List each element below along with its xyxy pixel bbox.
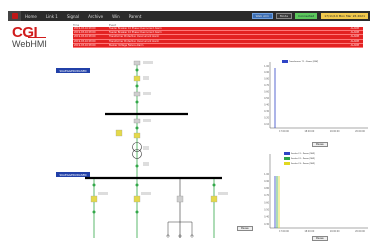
y-tick-label: 0.60 bbox=[264, 91, 269, 94]
feeder-bay-1[interactable] bbox=[90, 179, 108, 238]
x-tick-label: 20:00:00 bbox=[355, 130, 365, 133]
legend-swatch bbox=[284, 152, 290, 155]
center-pause-button[interactable]: Pause bbox=[237, 226, 253, 231]
y-tick-label: 0.70 bbox=[264, 84, 269, 87]
webhmi-screen: Home Link 1 Signal Archive Win Parent We… bbox=[0, 0, 378, 242]
y-tick-label: 0.40 bbox=[264, 103, 269, 106]
x-tick-label: 19:00:00 bbox=[330, 130, 340, 133]
bottom-chart: 1.00 0.90 0.80 0.70 0.60 0.50 0.40 0.30 17:00:00… bbox=[260, 150, 370, 234]
legend-entry-2: Feeder F2 - Power [MW] bbox=[284, 157, 315, 160]
y-tick-label: 1.00 bbox=[264, 65, 269, 68]
x-tick-label: 20:00:00 bbox=[355, 230, 365, 233]
incoming-line bbox=[133, 60, 153, 113]
y-tick-label: 0.50 bbox=[264, 97, 269, 100]
x-tick-label: 18:00:00 bbox=[304, 230, 314, 233]
y-tick-label: 0.30 bbox=[264, 110, 269, 113]
feeder-bay-2[interactable] bbox=[133, 179, 151, 238]
y-tick-label: 0.50 bbox=[264, 209, 269, 212]
x-tick-label: 17:00:00 bbox=[279, 230, 289, 233]
y-tick-label: 0.90 bbox=[264, 180, 269, 183]
y-tick-label: 0.20 bbox=[264, 116, 269, 119]
x-tick-label: 18:00:00 bbox=[304, 130, 314, 133]
y-tick-label: 0.80 bbox=[264, 187, 269, 190]
legend-entry-1: Feeder F1 - Power [MW] bbox=[284, 152, 315, 155]
top-chart-canvas: 1.00 0.90 0.80 0.70 0.60 0.50 0.40 0.30 0.20 0.10… bbox=[264, 62, 368, 133]
y-tick-label: 0.40 bbox=[264, 216, 269, 219]
y-tick-label: 0.90 bbox=[264, 71, 269, 74]
top-chart-legend: Transformer T1 - Power [MW] bbox=[282, 60, 318, 63]
top-chart-legend-text: Transformer T1 - Power [MW] bbox=[289, 60, 319, 63]
transformer-bay[interactable] bbox=[115, 115, 151, 177]
legend-text-1: Feeder F1 - Power [MW] bbox=[291, 152, 315, 155]
y-tick-label: 0.10 bbox=[264, 123, 269, 126]
x-tick-label: 19:00:00 bbox=[330, 230, 340, 233]
feeder-bay-3[interactable] bbox=[166, 179, 194, 238]
x-tick-label: 17:00:00 bbox=[279, 130, 289, 133]
top-chart-pause-button[interactable]: Pause bbox=[312, 142, 328, 147]
legend-entry-3: Feeder F3 - Power [MW] bbox=[284, 162, 315, 165]
y-tick-label: 0.60 bbox=[264, 201, 269, 204]
feeder-bay-4[interactable] bbox=[210, 179, 228, 238]
y-tick-label: 0.70 bbox=[264, 194, 269, 197]
y-tick-label: 1.00 bbox=[264, 173, 269, 176]
legend-text-3: Feeder F3 - Power [MW] bbox=[291, 162, 315, 165]
legend-swatch bbox=[284, 157, 290, 160]
legend-swatch bbox=[284, 162, 290, 165]
bottom-chart-pause-button[interactable]: Pause bbox=[312, 236, 328, 241]
legend-swatch bbox=[282, 60, 288, 63]
legend-text-2: Feeder F2 - Power [MW] bbox=[291, 157, 315, 160]
top-chart: 1.00 0.90 0.80 0.70 0.60 0.50 0.40 0.30 0.20 0.10… bbox=[260, 58, 370, 136]
y-tick-label: 0.30 bbox=[264, 223, 269, 226]
y-tick-label: 0.80 bbox=[264, 78, 269, 81]
bottom-chart-canvas: 1.00 0.90 0.80 0.70 0.60 0.50 0.40 0.30 17:00:00… bbox=[264, 154, 368, 233]
